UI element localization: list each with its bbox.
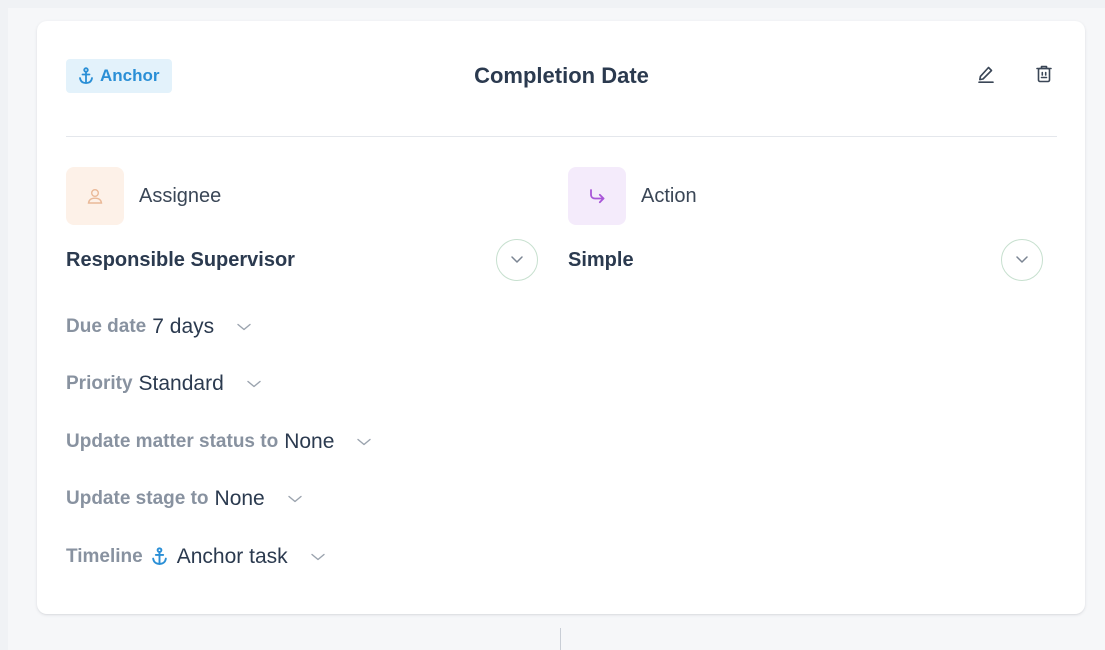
stage-value: None bbox=[214, 487, 265, 511]
user-icon bbox=[66, 167, 124, 225]
chevron-down-icon bbox=[510, 251, 524, 269]
priority-label: Priority bbox=[66, 373, 133, 395]
card-title: Completion Date bbox=[474, 63, 649, 88]
timeline-field[interactable]: Timeline Anchor task bbox=[66, 528, 538, 586]
priority-field[interactable]: Priority Standard bbox=[66, 356, 538, 414]
task-field-list: Due date 7 days Priority Standard Update… bbox=[66, 298, 538, 586]
action-label: Action bbox=[641, 184, 697, 207]
timeline-value: Anchor task bbox=[176, 544, 288, 568]
anchor-icon bbox=[151, 547, 168, 566]
matter-status-label: Update matter status to bbox=[66, 430, 279, 452]
due-date-label: Due date bbox=[66, 315, 147, 337]
priority-value: Standard bbox=[138, 372, 224, 396]
delete-button[interactable] bbox=[1031, 63, 1057, 89]
pencil-icon bbox=[976, 64, 996, 89]
edit-button[interactable] bbox=[973, 63, 999, 89]
assignee-header: Assignee bbox=[66, 167, 538, 225]
assignee-value: Responsible Supervisor bbox=[66, 248, 295, 271]
assignee-column: Assignee Responsible Supervisor Due date… bbox=[66, 167, 538, 586]
chevron-down-icon bbox=[310, 552, 326, 562]
action-header: Action bbox=[568, 167, 1043, 225]
anchor-badge-label: Anchor bbox=[100, 66, 160, 85]
matter-status-field[interactable]: Update matter status to None bbox=[66, 413, 538, 471]
action-column: Action Simple bbox=[568, 167, 1043, 281]
action-value: Simple bbox=[568, 248, 634, 271]
header-divider bbox=[66, 136, 1057, 137]
timeline-label: Timeline bbox=[66, 545, 143, 567]
action-dropdown-button[interactable] bbox=[1001, 239, 1043, 281]
chevron-down-icon bbox=[246, 379, 262, 389]
due-date-field[interactable]: Due date 7 days bbox=[66, 298, 538, 356]
chevron-down-icon bbox=[236, 322, 252, 332]
chevron-down-icon bbox=[356, 437, 372, 447]
trash-icon bbox=[1034, 64, 1054, 89]
stage-field[interactable]: Update stage to None bbox=[66, 471, 538, 529]
redirect-arrow-icon bbox=[568, 167, 626, 225]
matter-status-value: None bbox=[284, 429, 335, 453]
connector-line bbox=[560, 628, 561, 650]
assignee-select[interactable]: Responsible Supervisor bbox=[66, 239, 538, 281]
chevron-down-icon bbox=[287, 494, 303, 504]
stage-label: Update stage to bbox=[66, 488, 209, 510]
assignee-dropdown-button[interactable] bbox=[496, 239, 538, 281]
action-select[interactable]: Simple bbox=[568, 239, 1043, 281]
task-card: Anchor Completion Date Assignee Responsi… bbox=[37, 21, 1085, 614]
due-date-value: 7 days bbox=[152, 314, 215, 338]
assignee-label: Assignee bbox=[139, 184, 222, 207]
anchor-icon bbox=[78, 67, 94, 85]
card-header: Anchor Completion Date bbox=[66, 59, 1057, 99]
chevron-down-icon bbox=[1015, 251, 1029, 269]
anchor-badge: Anchor bbox=[66, 59, 172, 93]
